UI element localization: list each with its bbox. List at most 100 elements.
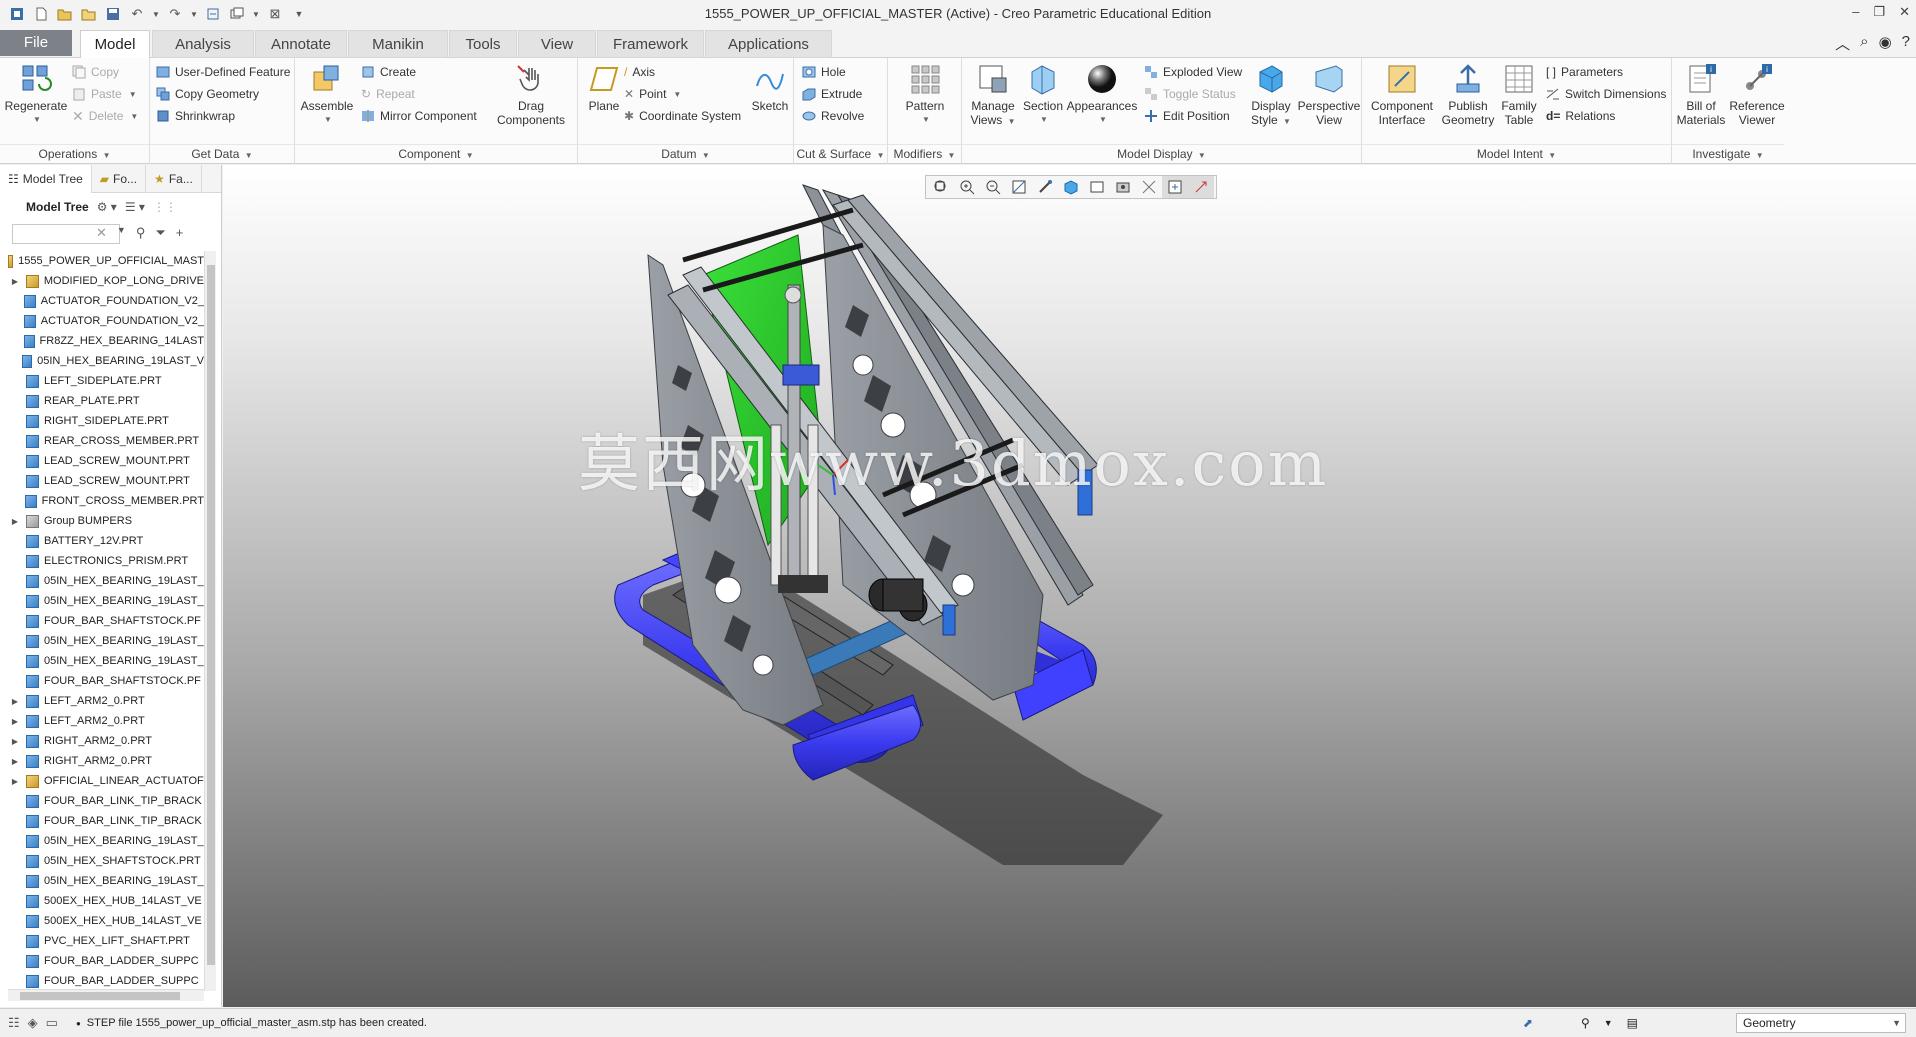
collapse-ribbon-icon[interactable]: ︿ (1835, 33, 1850, 54)
tree-item[interactable]: ELECTRONICS_PRISM.PRT (8, 551, 204, 571)
tree-item[interactable]: 05IN_HEX_BEARING_19LAST_ (8, 651, 204, 671)
tree-item[interactable]: FOUR_BAR_LADDER_SUPPC (8, 951, 204, 971)
model-intent-group-label[interactable]: Model Intent ▼ (1362, 144, 1671, 162)
tree-item[interactable]: FOUR_BAR_SHAFTSTOCK.PF (8, 611, 204, 631)
search-dropdown-icon[interactable]: ▼ (117, 225, 126, 241)
community-icon[interactable]: ◉ (1879, 33, 1892, 54)
tab-applications[interactable]: Applications (705, 30, 832, 58)
annotation-display-icon[interactable] (1188, 176, 1214, 198)
section-dropdown-icon[interactable]: ▼ (1040, 113, 1048, 127)
switch-dimensions-button[interactable]: Switch Dimensions (1546, 84, 1666, 104)
customize-qa-icon[interactable]: ▼ (290, 5, 308, 23)
selection-filter-select[interactable]: Geometry ▼ (1736, 1013, 1906, 1033)
tree-item[interactable]: FOUR_BAR_LINK_TIP_BRACK (8, 791, 204, 811)
expand-arrow-icon[interactable]: ▶ (8, 737, 22, 746)
tree-item[interactable]: FOUR_BAR_LINK_TIP_BRACK (8, 811, 204, 831)
tree-item[interactable]: LEAD_SCREW_MOUNT.PRT (8, 471, 204, 491)
tree-horizontal-scrollbar[interactable] (8, 989, 204, 1001)
tree-item[interactable]: ▶ RIGHT_ARM2_0.PRT (8, 731, 204, 751)
tree-item[interactable]: REAR_PLATE.PRT (8, 391, 204, 411)
tree-item[interactable]: 500EX_HEX_HUB_14LAST_VE (8, 911, 204, 931)
close-window-icon[interactable]: ⊠ (266, 5, 284, 23)
zoom-in-icon[interactable] (954, 176, 980, 198)
clear-search-icon[interactable]: ✕ (96, 225, 107, 241)
get-data-group-label[interactable]: Get Data ▼ (150, 144, 294, 162)
datum-display-icon[interactable] (1136, 176, 1162, 198)
pattern-dropdown-icon[interactable]: ▼ (922, 113, 930, 127)
tab-favorites[interactable]: ★ Fa... (146, 164, 202, 193)
tree-item[interactable]: ▶ Group BUMPERS (8, 511, 204, 531)
undo-dropdown-icon[interactable]: ▼ (152, 5, 160, 23)
tab-folder-browser[interactable]: ▰ Fo... (92, 164, 147, 193)
pattern-button[interactable]: Pattern ▼ (898, 62, 952, 127)
graphics-viewport[interactable]: 莫西网www.3dmox.com (223, 165, 1916, 1007)
create-button[interactable]: Create (361, 62, 416, 82)
help-icon[interactable]: ? (1902, 33, 1910, 54)
refit-icon[interactable] (928, 176, 954, 198)
extrude-button[interactable]: Extrude (802, 84, 862, 104)
tree-item[interactable]: FR8ZZ_HEX_BEARING_14LAST (8, 331, 204, 351)
find-icon[interactable]: ⚲ (136, 225, 146, 241)
appearances-dropdown-icon[interactable]: ▼ (1099, 113, 1107, 127)
cut-surface-group-label[interactable]: Cut & Surface ▼ (794, 144, 887, 162)
shrinkwrap-button[interactable]: Shrinkwrap (156, 106, 235, 126)
windows-icon[interactable] (228, 5, 246, 23)
tree-columns-icon[interactable]: ☰ ▾ (125, 200, 145, 214)
delete-dropdown-icon[interactable]: ▼ (130, 112, 138, 121)
tree-item[interactable]: 05IN_HEX_BEARING_19LAST_ (8, 631, 204, 651)
selection-mode-icon[interactable]: ⬈ (1523, 1016, 1533, 1030)
app-menu-icon[interactable] (8, 5, 26, 23)
regenerate-small-icon[interactable] (204, 5, 222, 23)
filter-dropdown-icon[interactable]: ▼ (1892, 1014, 1901, 1032)
bill-of-materials-button[interactable]: i Bill of Materials (1674, 62, 1728, 127)
model-display-group-label[interactable]: Model Display ▼ (962, 144, 1361, 162)
tab-framework[interactable]: Framework (597, 30, 704, 58)
regenerate-button[interactable]: Regenerate ▼ (5, 62, 67, 127)
tab-annotate[interactable]: Annotate (255, 30, 347, 58)
hole-button[interactable]: Hole (802, 62, 846, 82)
search-icon[interactable]: ⌕ (1860, 33, 1868, 54)
new-file-icon[interactable] (32, 5, 50, 23)
plane-button[interactable]: Plane (582, 62, 626, 113)
reference-viewer-button[interactable]: i Reference Viewer (1729, 62, 1785, 127)
tree-filter-icon[interactable]: ⋮⋮ (153, 200, 177, 214)
modifiers-group-label[interactable]: Modifiers ▼ (888, 144, 961, 162)
redo-dropdown-icon[interactable]: ▼ (190, 5, 198, 23)
tree-item[interactable]: FOUR_BAR_SHAFTSTOCK.PF (8, 671, 204, 691)
funnel-icon[interactable]: ⏷ (155, 225, 165, 241)
add-icon[interactable]: + (176, 225, 184, 241)
expand-arrow-icon[interactable]: ▶ (8, 777, 22, 786)
user-defined-feature-button[interactable]: User-Defined Feature (156, 62, 290, 82)
toggle-status-button[interactable]: Toggle Status (1144, 84, 1236, 104)
investigate-group-label[interactable]: Investigate ▼ (1672, 144, 1784, 162)
tree-item[interactable]: PVC_HEX_LIFT_SHAFT.PRT (8, 931, 204, 951)
expand-arrow-icon[interactable]: ▶ (8, 757, 22, 766)
tree-settings-icon[interactable]: ⚙ ▾ (97, 200, 117, 214)
tab-analysis[interactable]: Analysis (152, 30, 254, 58)
robot-model[interactable] (223, 165, 1916, 1007)
find-dropdown-icon[interactable]: ▼ (1604, 1018, 1613, 1028)
tree-item[interactable]: 05IN_HEX_BEARING_19LAST_ (8, 591, 204, 611)
tree-item[interactable]: 05IN_HEX_SHAFTSTOCK.PRT (8, 851, 204, 871)
folder-icon[interactable] (80, 5, 98, 23)
windows-dropdown-icon[interactable]: ▼ (252, 5, 260, 23)
assemble-dropdown-icon[interactable]: ▼ (324, 113, 332, 127)
parameters-button[interactable]: [ ] Parameters (1546, 62, 1623, 82)
tree-item[interactable]: LEFT_SIDEPLATE.PRT (8, 371, 204, 391)
tree-item[interactable]: FRONT_CROSS_MEMBER.PRT (8, 491, 204, 511)
find-binoculars-icon[interactable]: ⚲ (1581, 1016, 1590, 1030)
tab-file[interactable]: File (0, 30, 72, 56)
close-icon[interactable]: ✕ (1899, 4, 1910, 20)
save-icon[interactable] (104, 5, 122, 23)
restore-icon[interactable]: ❐ (1873, 4, 1885, 20)
minimize-icon[interactable]: – (1852, 4, 1859, 20)
tree-item[interactable]: 05IN_HEX_BEARING_19LAST_ (8, 831, 204, 851)
point-dropdown-icon[interactable]: ▼ (673, 90, 681, 99)
paste-dropdown-icon[interactable]: ▼ (129, 90, 137, 99)
exploded-view-button[interactable]: Exploded View (1144, 62, 1242, 82)
tree-item[interactable]: FOUR_BAR_LADDER_SUPPC (8, 971, 204, 991)
zoom-out-icon[interactable] (980, 176, 1006, 198)
component-interface-button[interactable]: Component Interface (1366, 62, 1438, 127)
tree-item[interactable]: BATTERY_12V.PRT (8, 531, 204, 551)
repaint-icon[interactable] (1006, 176, 1032, 198)
